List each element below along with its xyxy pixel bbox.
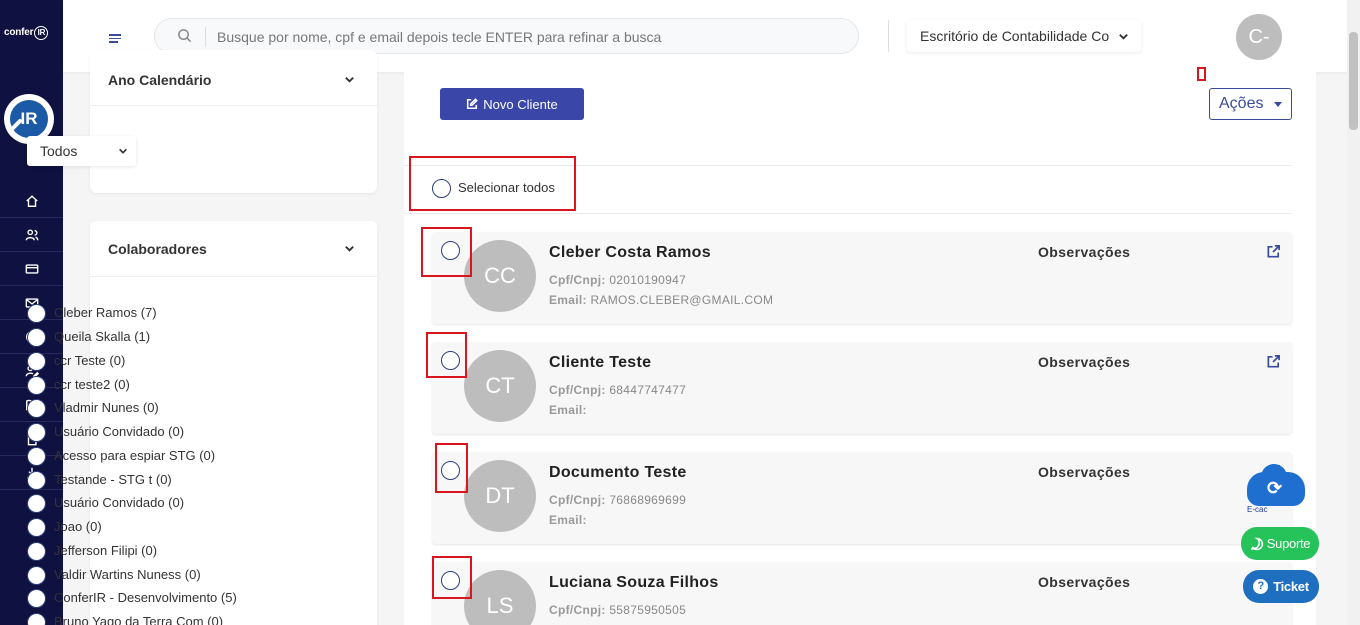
nav-home-icon[interactable] <box>0 184 63 218</box>
menu-toggle-icon[interactable] <box>109 34 121 45</box>
observations-label: Observações <box>1038 244 1131 260</box>
collaborator-item[interactable]: Valdir Wartins Nuness (0) <box>27 565 201 585</box>
select-client-radio[interactable] <box>441 571 460 590</box>
brand-logo[interactable]: confer IR <box>4 26 49 40</box>
support-button[interactable]: Suporte <box>1241 527 1319 560</box>
collaborator-item[interactable]: Testande - STG t (0) <box>27 470 172 490</box>
collaborator-item[interactable]: Vladmir Nunes (0) <box>27 398 159 418</box>
select-all-checkbox[interactable]: Selecionar todos <box>432 178 555 198</box>
scrollbar-thumb[interactable] <box>1349 32 1358 130</box>
ecac-label: E-cac <box>1247 505 1268 514</box>
collaborator-item[interactable]: ccr Teste (0) <box>27 351 125 371</box>
client-doc: Cpf/Cnpj: 68447747477 <box>549 383 687 397</box>
chevron-down-icon <box>119 148 127 154</box>
collaborator-item[interactable]: Usuário Convidado (0) <box>27 422 184 442</box>
search-input[interactable] <box>217 25 837 49</box>
nav-users-icon[interactable] <box>0 218 63 252</box>
new-client-button[interactable]: Novo Cliente <box>440 88 584 120</box>
actions-dropdown-button[interactable]: Ações <box>1209 88 1292 120</box>
collaborator-item[interactable]: Bruno Yago da Terra Com (0) <box>27 612 223 625</box>
client-card[interactable]: CT Cliente Teste Cpf/Cnpj: 68447747477 E… <box>432 342 1292 434</box>
client-avatar: DT <box>464 460 536 532</box>
client-list-panel: Novo Cliente Ações Selecionar todos CC C… <box>404 67 1316 625</box>
divider <box>404 213 1292 214</box>
observations-label: Observações <box>1038 354 1131 370</box>
ticket-button[interactable]: ? Ticket <box>1243 570 1319 603</box>
external-link-icon[interactable] <box>1266 354 1281 369</box>
highlight-marker <box>1197 67 1206 81</box>
user-avatar[interactable]: C- <box>1236 14 1282 60</box>
whatsapp-icon <box>1250 537 1263 550</box>
year-collapse-chevron-icon[interactable] <box>344 74 355 85</box>
card-divider <box>90 276 377 277</box>
ecac-widget[interactable]: ⟳ E-cac <box>1245 464 1307 516</box>
client-email: Email: RAMOS.CLEBER@GMAIL.COM <box>549 293 774 307</box>
client-name[interactable]: Cliente Teste <box>549 354 651 372</box>
card-divider <box>90 105 377 106</box>
client-avatar: CC <box>464 240 536 312</box>
observations-label: Observações <box>1038 464 1131 480</box>
collaborator-item[interactable]: ccr teste2 (0) <box>27 375 130 395</box>
search-bar <box>154 18 859 54</box>
client-avatar: CT <box>464 350 536 422</box>
year-filter-title: Ano Calendário <box>108 72 212 88</box>
client-doc: Cpf/Cnpj: 55875950505 <box>549 603 687 617</box>
collaborator-item[interactable]: Cleber Ramos (7) <box>27 303 157 323</box>
select-client-radio[interactable] <box>441 351 460 370</box>
collaborators-collapse-chevron-icon[interactable] <box>344 243 355 254</box>
client-name[interactable]: Documento Teste <box>549 464 687 482</box>
collaborator-item[interactable]: ConferIR - Desenvolvimento (5) <box>27 588 237 608</box>
search-divider <box>205 27 206 47</box>
office-select-value: Escritório de Contabilidade Co <box>920 28 1110 44</box>
collaborator-item[interactable]: Acesso para espiar STG (0) <box>27 446 215 466</box>
client-doc: Cpf/Cnpj: 02010190947 <box>549 273 687 287</box>
external-link-icon[interactable] <box>1266 244 1281 259</box>
nav-card-icon[interactable] <box>0 252 63 286</box>
client-name[interactable]: Cleber Costa Ramos <box>549 244 711 262</box>
caret-down-icon <box>1274 102 1282 107</box>
search-icon <box>178 29 192 43</box>
collaborators-title: Colaboradores <box>108 241 207 257</box>
client-card[interactable]: LS Luciana Souza Filhos Cpf/Cnpj: 558759… <box>432 562 1292 625</box>
client-doc: Cpf/Cnpj: 76868969699 <box>549 493 687 507</box>
help-icon: ? <box>1253 579 1269 594</box>
year-filter-card: Ano Calendário <box>90 50 377 193</box>
client-avatar: LS <box>464 570 536 625</box>
observations-label: Observações <box>1038 574 1131 590</box>
chevron-down-icon <box>1119 34 1128 40</box>
page-scrollbar[interactable] <box>1347 0 1360 625</box>
collaborator-item[interactable]: Joao (0) <box>27 517 102 537</box>
client-card[interactable]: DT Documento Teste Cpf/Cnpj: 76868969699… <box>432 452 1292 544</box>
select-client-radio[interactable] <box>441 461 460 480</box>
client-email: Email: <box>549 513 587 527</box>
year-select-value: Todos <box>40 143 78 159</box>
header-divider <box>888 20 889 52</box>
year-select[interactable]: Todos <box>27 136 136 166</box>
client-card[interactable]: CC Cleber Costa Ramos Cpf/Cnpj: 02010190… <box>432 232 1292 324</box>
collaborator-item[interactable]: Usuário Convidado (0) <box>27 493 184 513</box>
select-all-radio[interactable] <box>432 179 451 198</box>
office-select[interactable]: Escritório de Contabilidade Co <box>907 20 1141 52</box>
client-email: Email: <box>549 403 587 417</box>
edit-icon <box>467 98 479 110</box>
select-client-radio[interactable] <box>441 241 460 260</box>
collaborator-item[interactable]: Jefferson Filipi (0) <box>27 541 157 561</box>
cloud-sync-icon: ⟳ <box>1247 464 1305 506</box>
client-name[interactable]: Luciana Souza Filhos <box>549 574 719 592</box>
collaborator-item[interactable]: Queila Skalla (1) <box>27 327 150 347</box>
